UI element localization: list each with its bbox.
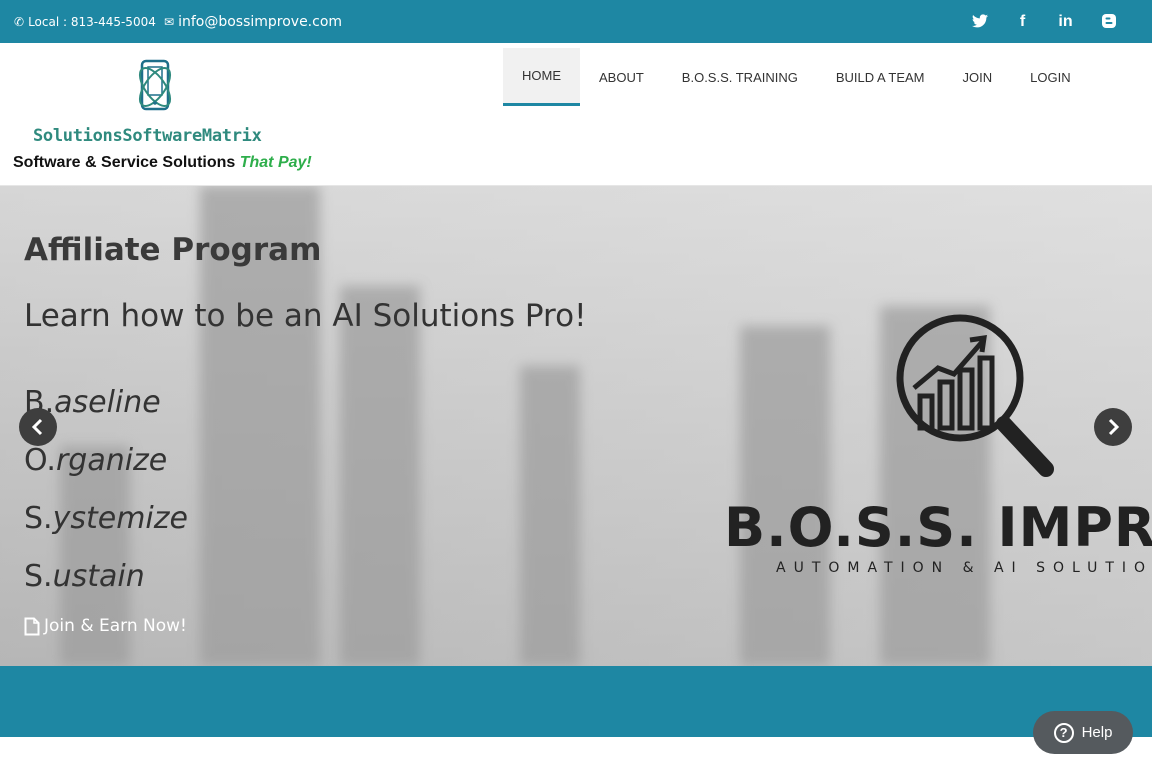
nav-home[interactable]: HOME bbox=[503, 48, 580, 106]
facebook-icon[interactable]: f bbox=[1001, 13, 1044, 31]
cta-label: Join & Earn Now! bbox=[44, 616, 187, 636]
phone-text: Local : 813-445-5004 bbox=[28, 14, 156, 29]
slider-prev-button[interactable] bbox=[19, 408, 57, 446]
logo-text[interactable]: SolutionsSoftwareMatrix bbox=[33, 126, 262, 146]
main-nav: HOME ABOUT B.O.S.S. TRAINING BUILD A TEA… bbox=[503, 48, 1090, 106]
background-building bbox=[340, 286, 420, 666]
boss-word: rganize bbox=[55, 443, 168, 478]
blogger-icon[interactable] bbox=[1087, 13, 1130, 31]
phone-icon: ✆ bbox=[14, 14, 25, 29]
document-icon bbox=[24, 617, 40, 635]
nav-boss-training[interactable]: B.O.S.S. TRAINING bbox=[663, 48, 817, 106]
envelope-icon: ✉ bbox=[164, 14, 175, 29]
boss-word: ustain bbox=[52, 559, 145, 594]
boss-word: aseline bbox=[54, 385, 161, 420]
hero-slider: Affiliate Program Learn how to be an AI … bbox=[0, 186, 1152, 666]
help-button[interactable]: ? Help bbox=[1033, 711, 1133, 754]
nav-join[interactable]: JOIN bbox=[944, 48, 1012, 106]
boss-word: ystemize bbox=[52, 501, 188, 536]
color-band bbox=[0, 666, 1152, 737]
social-links: f in bbox=[958, 0, 1130, 43]
boss-initial: S. bbox=[24, 501, 53, 536]
nav-build-a-team[interactable]: BUILD A TEAM bbox=[817, 48, 944, 106]
boss-line: S.ustain bbox=[24, 548, 188, 606]
background-building bbox=[520, 366, 580, 666]
nav-login[interactable]: LOGIN bbox=[1011, 48, 1089, 106]
logo-phone-icon[interactable] bbox=[128, 57, 184, 117]
help-label: Help bbox=[1081, 724, 1113, 741]
brand-subtitle: AUTOMATION & AI SOLUTIONS bbox=[776, 560, 1152, 576]
join-earn-link[interactable]: Join & Earn Now! bbox=[24, 616, 187, 636]
boss-line: S.ystemize bbox=[24, 490, 188, 548]
brand-wordmark: B.O.S.S. IMPROVE bbox=[724, 496, 1152, 559]
chevron-left-icon bbox=[31, 418, 43, 436]
nav-about[interactable]: ABOUT bbox=[580, 48, 663, 106]
boss-initial: S. bbox=[24, 559, 53, 594]
site-header: SolutionsSoftwareMatrix Software & Servi… bbox=[0, 43, 1152, 186]
boss-initial: O. bbox=[24, 443, 56, 478]
boss-acronym-list: B.aseline O.rganize S.ystemize S.ustain bbox=[24, 374, 188, 606]
top-bar: ✆ Local : 813-445-5004 ✉ info@bossimprov… bbox=[0, 0, 1152, 43]
tagline-highlight: That Pay! bbox=[239, 154, 312, 171]
hero-subtitle: Learn how to be an AI Solutions Pro! bbox=[24, 298, 587, 334]
linkedin-icon[interactable]: in bbox=[1044, 13, 1087, 31]
email-text: info@bossimprove.com bbox=[178, 13, 343, 30]
tagline: Software & Service Solutions That Pay! bbox=[13, 154, 312, 172]
email-contact[interactable]: ✉ info@bossimprove.com bbox=[164, 0, 342, 43]
tagline-main: Software & Service Solutions bbox=[13, 154, 240, 171]
question-circle-icon: ? bbox=[1053, 722, 1074, 743]
hero-title: Affiliate Program bbox=[24, 232, 322, 268]
twitter-icon[interactable] bbox=[958, 13, 1001, 31]
phone-contact[interactable]: ✆ Local : 813-445-5004 bbox=[14, 0, 156, 43]
